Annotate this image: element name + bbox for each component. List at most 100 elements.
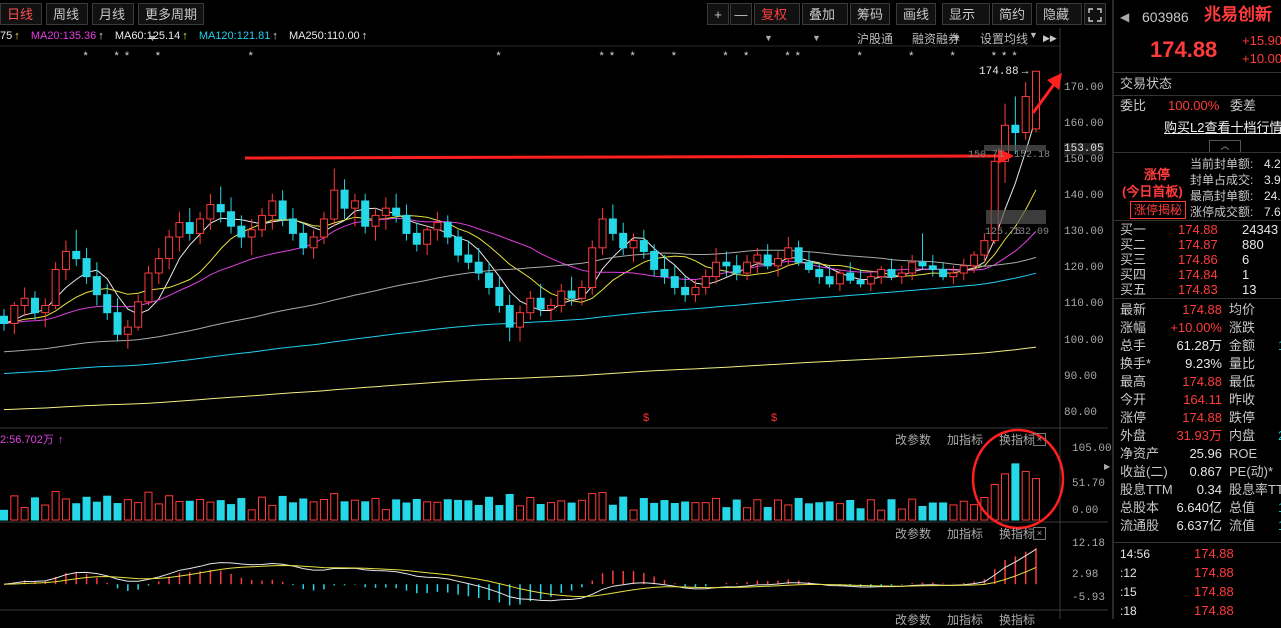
candle (185, 208, 194, 241)
event-star-icon[interactable]: * (125, 50, 130, 62)
event-star-icon[interactable]: * (796, 50, 801, 62)
close-icon[interactable]: × (1033, 527, 1046, 540)
candle (505, 294, 514, 342)
candle (877, 265, 886, 284)
candle (330, 168, 339, 227)
event-star-icon[interactable]: * (156, 50, 161, 62)
event-star-icon[interactable]: * (785, 50, 790, 62)
volume-bar (61, 498, 70, 521)
quote-label: 跌停 (1229, 410, 1256, 425)
l2-link[interactable]: 购买L2查看十档行情 (1164, 119, 1281, 137)
volume-bar (557, 500, 566, 521)
quote-label: 涨跌 (1229, 320, 1256, 335)
candle (113, 298, 122, 342)
candle (763, 244, 772, 270)
event-star-icon[interactable]: * (950, 50, 955, 62)
volume-bar (691, 502, 700, 521)
event-star-icon[interactable]: * (1002, 50, 1007, 62)
quote-value: 31.93万 (1176, 428, 1222, 443)
volume-bar (990, 484, 999, 521)
third-switch-indicator-button[interactable]: 换指标 (999, 613, 1035, 627)
volume-bar (588, 493, 597, 521)
macd-switch-indicator-button[interactable]: 换指标 (999, 527, 1035, 541)
quote-label: 流值 (1229, 518, 1256, 533)
event-star-icon[interactable]: * (115, 50, 120, 62)
event-star-icon[interactable]: * (723, 50, 728, 62)
vol-switch-indicator-button[interactable]: 换指标 (999, 433, 1035, 447)
macd-scale-mid: 2.98 (1072, 569, 1099, 581)
candle (835, 269, 844, 292)
reveal-button[interactable]: 涨停揭秘 (1130, 201, 1187, 219)
volume-bar (258, 496, 266, 521)
event-star-icon[interactable]: * (249, 50, 254, 62)
volume-bar (485, 496, 494, 521)
volume-bar (825, 501, 834, 521)
candle (526, 291, 535, 320)
event-star-icon[interactable]: * (744, 50, 749, 62)
quote-value: 25.96 (1189, 446, 1222, 461)
quote-label: 股息TTM (1120, 482, 1173, 497)
volume-bar (340, 501, 349, 521)
volume-bar (206, 501, 215, 521)
vol-scale-top: 105.00 (1072, 443, 1112, 455)
vol-scale-mid: 51.70 (1072, 478, 1106, 490)
event-star-icon[interactable]: * (631, 50, 636, 62)
event-star-icon[interactable]: * (992, 50, 997, 62)
volume-bar (1021, 471, 1030, 521)
ref-band (986, 210, 1046, 224)
volume-bar (546, 502, 555, 521)
candle (175, 211, 184, 252)
candle (557, 283, 566, 313)
third-add-indicator-button[interactable]: 加指标 (947, 613, 983, 627)
volume-bar (567, 502, 576, 521)
close-icon[interactable]: × (1033, 433, 1046, 446)
quote-label: 外盘 (1120, 428, 1147, 443)
event-star-icon[interactable]: * (1012, 50, 1017, 62)
event-star-icon[interactable]: * (610, 50, 615, 62)
event-star-icon[interactable]: * (600, 50, 605, 62)
candle (299, 222, 308, 256)
candle (516, 305, 524, 342)
stock-code: 603986 (1142, 9, 1189, 25)
volume-bar (629, 509, 638, 521)
quote-label: 昨收 (1229, 392, 1256, 407)
collapse-button[interactable]: ︿ (1209, 140, 1241, 152)
macd-add-indicator-button[interactable]: 加指标 (947, 527, 983, 541)
volume-bar (82, 496, 91, 521)
candle (227, 197, 236, 234)
candle (866, 273, 875, 292)
volume-bar (495, 505, 504, 521)
dividend-marker-icon[interactable]: $ (643, 412, 649, 424)
candle (0, 309, 8, 331)
collapse-panel-handle[interactable]: ▶ (1104, 462, 1110, 476)
candle (443, 215, 452, 245)
event-star-icon[interactable]: * (909, 50, 914, 62)
ref-label-left: 150.71 (968, 150, 1005, 161)
volume-bar (216, 500, 225, 521)
volume-bar (918, 505, 927, 521)
event-star-icon[interactable]: * (858, 50, 863, 62)
macd-params-button[interactable]: 改参数 (895, 527, 931, 541)
vol-add-indicator-button[interactable]: 加指标 (947, 433, 983, 447)
event-star-icon[interactable]: * (496, 50, 501, 62)
candle (288, 208, 297, 241)
candle (41, 298, 50, 328)
prev-stock-button[interactable]: ◀ (1120, 8, 1129, 26)
volume-bar (443, 499, 452, 521)
candle (340, 179, 349, 219)
quote-label: 最低 (1229, 374, 1256, 389)
dividend-marker-icon[interactable]: $ (771, 412, 777, 424)
quote-value: 6.640亿 (1176, 500, 1222, 515)
high-price-label: 174.88 → (979, 66, 1029, 78)
volume-bar (763, 507, 772, 521)
candle (144, 265, 153, 306)
event-star-icon[interactable]: * (84, 50, 89, 62)
event-star-icon[interactable]: * (672, 50, 677, 62)
candle (774, 251, 782, 277)
vol-params-button[interactable]: 改参数 (895, 433, 931, 447)
candle (423, 226, 432, 256)
candle (412, 222, 421, 252)
third-params-button[interactable]: 改参数 (895, 613, 931, 627)
event-markers: * * * * * * * * * * * * * * * * * * * * (84, 50, 1018, 62)
volume-bar (433, 501, 442, 521)
